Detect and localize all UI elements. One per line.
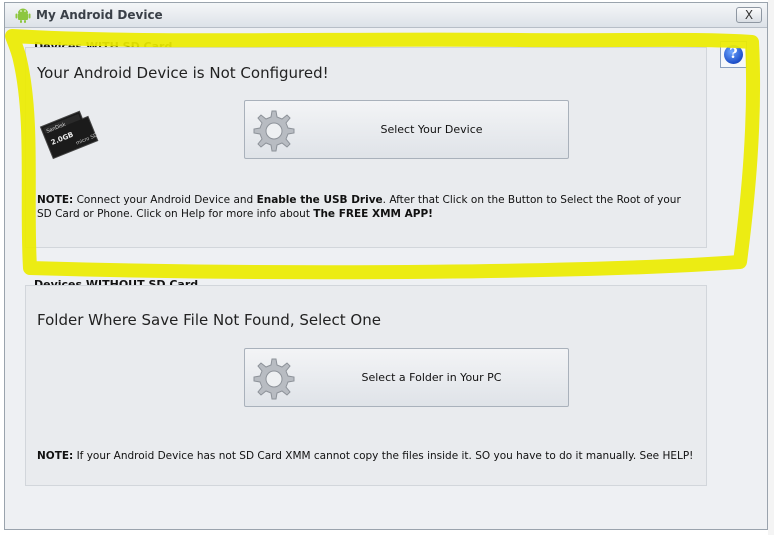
note-prefix: NOTE: [37, 450, 74, 462]
note-text-1: Connect your Android Device and [73, 194, 257, 206]
help-icon: ? [724, 45, 743, 64]
note-prefix: NOTE: [37, 194, 74, 206]
note-without-sd: NOTE: If your Android Device has not SD … [37, 449, 697, 463]
gear-icon [253, 110, 295, 152]
close-button[interactable]: X [736, 7, 762, 23]
note-bold-app: The FREE XMM APP! [313, 208, 433, 220]
background-window-edge [768, 0, 774, 535]
headline-folder-not-found: Folder Where Save File Not Found, Select… [37, 311, 381, 329]
android-icon [15, 8, 31, 23]
select-folder-button[interactable]: Select a Folder in Your PC [244, 348, 569, 407]
note-with-sd: NOTE: Connect your Android Device and En… [37, 193, 697, 221]
sd-card-icon: SanDisk 2.0GB micro SD [39, 110, 99, 160]
title-bar[interactable]: My Android Device X [5, 3, 767, 28]
select-device-button[interactable]: Select Your Device [244, 100, 569, 159]
close-icon: X [744, 8, 754, 22]
window-title: My Android Device [36, 8, 163, 22]
note-bold-usb: Enable the USB Drive [256, 194, 383, 206]
help-button[interactable]: ? [720, 41, 747, 68]
headline-not-configured: Your Android Device is Not Configured! [37, 64, 329, 82]
select-device-label: Select Your Device [380, 123, 483, 136]
gear-icon [253, 358, 295, 400]
note-text: If your Android Device has not SD Card X… [73, 450, 694, 462]
select-folder-label: Select a Folder in Your PC [361, 371, 502, 384]
